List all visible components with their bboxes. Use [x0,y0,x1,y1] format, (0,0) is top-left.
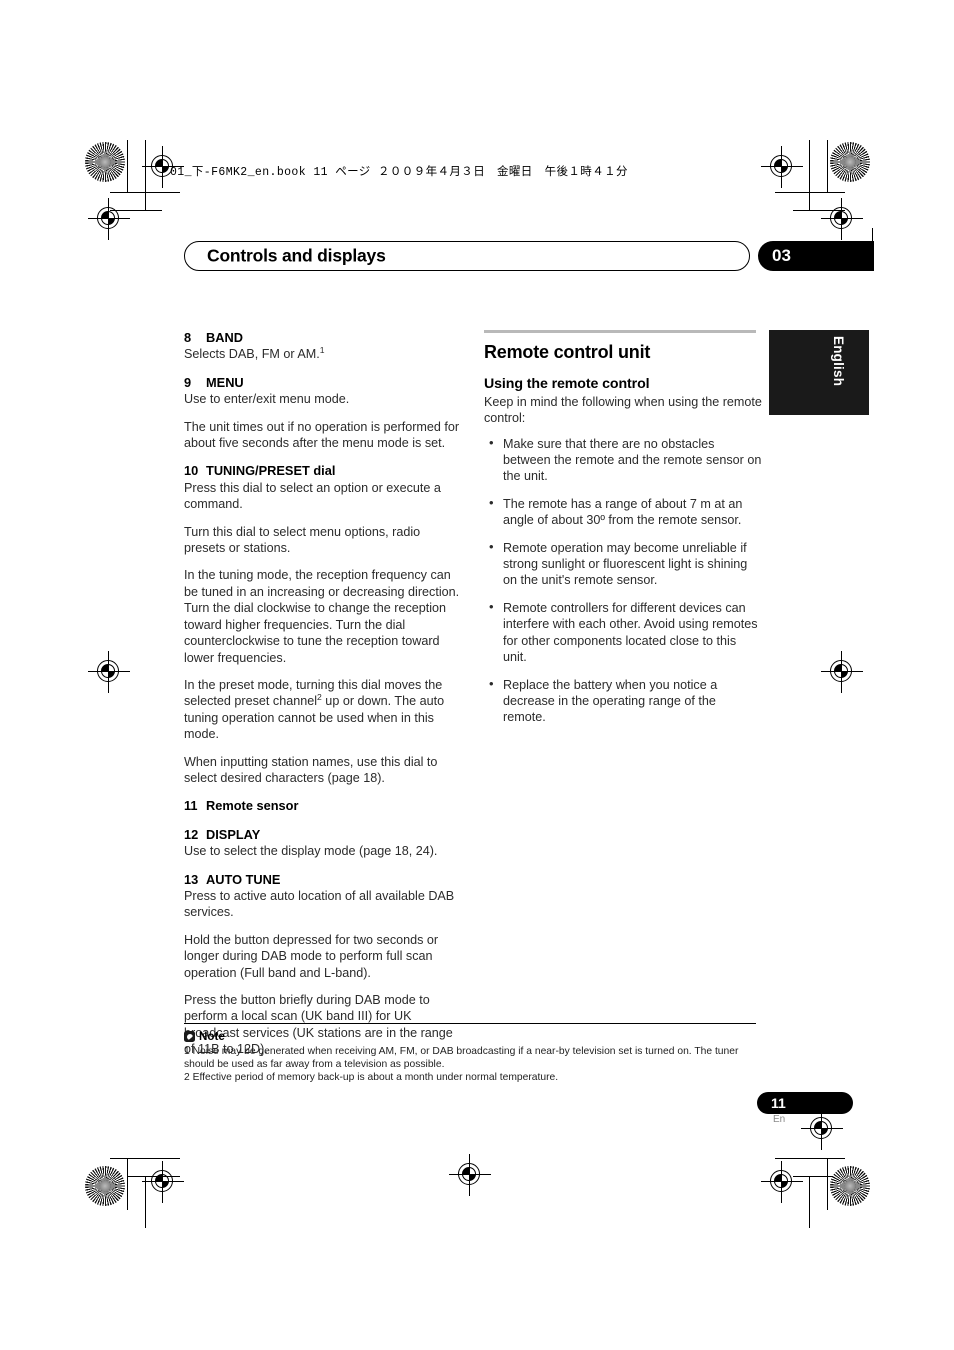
trim-mark-bottom-right-vertical [827,1158,828,1210]
control-entry-heading: 9 MENU [184,375,462,391]
control-entry-paragraph: Press to active auto location of all ava… [184,888,455,920]
control-entry-number: 8 [184,330,192,345]
control-entry-paragraph: Use to select the display mode (page 18,… [184,844,438,859]
note-icon [184,1031,195,1042]
trim-mark-top-right-vertical-2 [809,140,810,210]
control-entry-list: 8 BAND Selects DAB, FM or AM.1 9 MENU Use to … [184,330,462,1058]
control-entry-title: BAND [206,330,243,345]
control-entry-title: DISPLAY [206,826,261,842]
print-color-target-top-right [830,142,870,182]
control-entry: 13 AUTO TUNE Press to active auto location… [184,872,462,1058]
control-entry-title: Remote sensor [206,798,299,814]
list-item: Replace the battery when you notice a de… [484,675,762,726]
list-item: Remote operation may become unreliable i… [484,539,762,589]
chapter-badge-tick [872,228,873,244]
list-item: Remote controllers for different devices… [484,599,762,666]
control-entry: 12 DISPLAY Use to select the display mode … [184,827,462,860]
print-color-target-top-left [85,142,125,182]
page-number-suffix: En [773,1114,786,1125]
chapter-number-badge: 03 [758,241,874,271]
right-column: Remote control unit Using the remote con… [484,330,762,737]
registration-mark-bottom-right [761,1161,803,1203]
trim-mark-top-right-horizontal [775,192,845,193]
remote-tips-list: Make sure that there are no obstacles be… [484,435,762,726]
control-entry-number: 13 [184,871,199,887]
footnote-item: 2 Effective period of memory back-up is … [184,1072,559,1084]
registration-mark-bottom-center [449,1154,491,1196]
control-entry: 8 BAND Selects DAB, FM or AM.1 [184,330,462,363]
language-tab-label: English [831,336,846,387]
control-entry: 11 Remote sensor [184,798,462,814]
language-tab: English [769,330,869,415]
control-entry-number: 10 [184,463,199,479]
control-entry-heading: 8 BAND [184,330,462,346]
subsection-intro: Keep in mind the following when using th… [484,394,762,426]
control-entry-title: AUTO TUNE [206,871,281,887]
control-entry-heading: 10 TUNING/PRESET dial [184,463,462,479]
trim-mark-bottom-left-vertical [127,1158,128,1210]
control-entry-heading: 12 DISPLAY [184,827,462,843]
trim-mark-top-right-vertical [827,140,828,192]
control-entry-number: 9 [184,374,192,390]
control-entry-heading: 13 AUTO TUNE [184,872,462,888]
section-rule [484,330,756,333]
control-entry-paragraph: Selects DAB, FM or AM.1 [184,345,325,362]
chapter-title-bar: Controls and displays [184,241,750,271]
registration-mark-right-middle [821,651,863,693]
control-entry-number: 12 [184,826,199,842]
control-entry-paragraph: In the tuning mode, the reception freque… [184,568,460,665]
footnote-list: 1 Noise may be generated when receiving … [184,1045,762,1085]
control-entry: 10 TUNING/PRESET dial Press this dial to s… [184,463,462,786]
left-column: 8 BAND Selects DAB, FM or AM.1 9 MENU Use to … [184,330,462,1061]
trim-mark-top-left-vertical-2 [145,140,146,210]
control-entry-paragraph: Press this dial to select an option or e… [184,480,441,512]
trim-mark-bottom-right-vertical-2 [809,1176,810,1228]
registration-mark-left-upper [88,198,130,240]
control-entry-paragraph: Turn this dial to select menu options, r… [184,524,421,556]
trim-mark-bottom-left-horizontal [110,1158,180,1159]
print-color-target-bottom-right [830,1166,870,1206]
footnote-reference: 1 [319,345,325,356]
registration-mark-right-upper [821,198,863,240]
control-entry-heading: 11 Remote sensor [184,798,462,814]
registration-mark-top-right [761,146,803,188]
control-entry-paragraph: Hold the button depressed for two second… [184,932,439,980]
control-entry-paragraph: Use to enter/exit menu mode. [184,392,350,407]
note-label: Note [199,1030,225,1043]
control-entry-paragraph: When inputting station names, use this d… [184,754,438,785]
control-entry-title: MENU [206,374,244,390]
control-entry-number: 11 [184,798,198,814]
trim-mark-bottom-right-horizontal [775,1158,845,1159]
list-item: The remote has a range of about 7 m at a… [484,495,762,529]
footnote-rule [184,1023,756,1025]
footnote-item: 1 Noise may be generated when receiving … [184,1046,739,1071]
registration-mark-left-middle [88,651,130,693]
control-entry-title: TUNING/PRESET dial [206,463,336,479]
control-entry-paragraph: In the preset mode, turning this dial mo… [184,677,445,742]
section-heading: Remote control unit [484,342,651,362]
page-title: Controls and displays [207,245,386,266]
note-header: Note [184,1030,225,1043]
trim-mark-top-left-vertical [127,140,128,192]
subsection-heading: Using the remote control [484,376,650,393]
print-color-target-bottom-left [85,1166,125,1206]
list-item: Make sure that there are no obstacles be… [484,435,762,485]
registration-mark-bottom-left [142,1161,184,1203]
control-entry: 9 MENU Use to enter/exit menu mode. The uni… [184,375,462,452]
chapter-number-label: 03 [772,246,791,265]
footnote-reference: 2 [317,692,322,703]
print-slug: 01_下-F6MK2_en.book 11 ページ ２００９年４月３日 金曜日 … [170,166,628,179]
registration-mark-page-number [801,1108,843,1150]
page-number-label: 11 [771,1095,786,1111]
control-entry-paragraph: The unit times out if no operation is pe… [184,419,460,451]
page-number-badge: 11 [757,1092,853,1114]
